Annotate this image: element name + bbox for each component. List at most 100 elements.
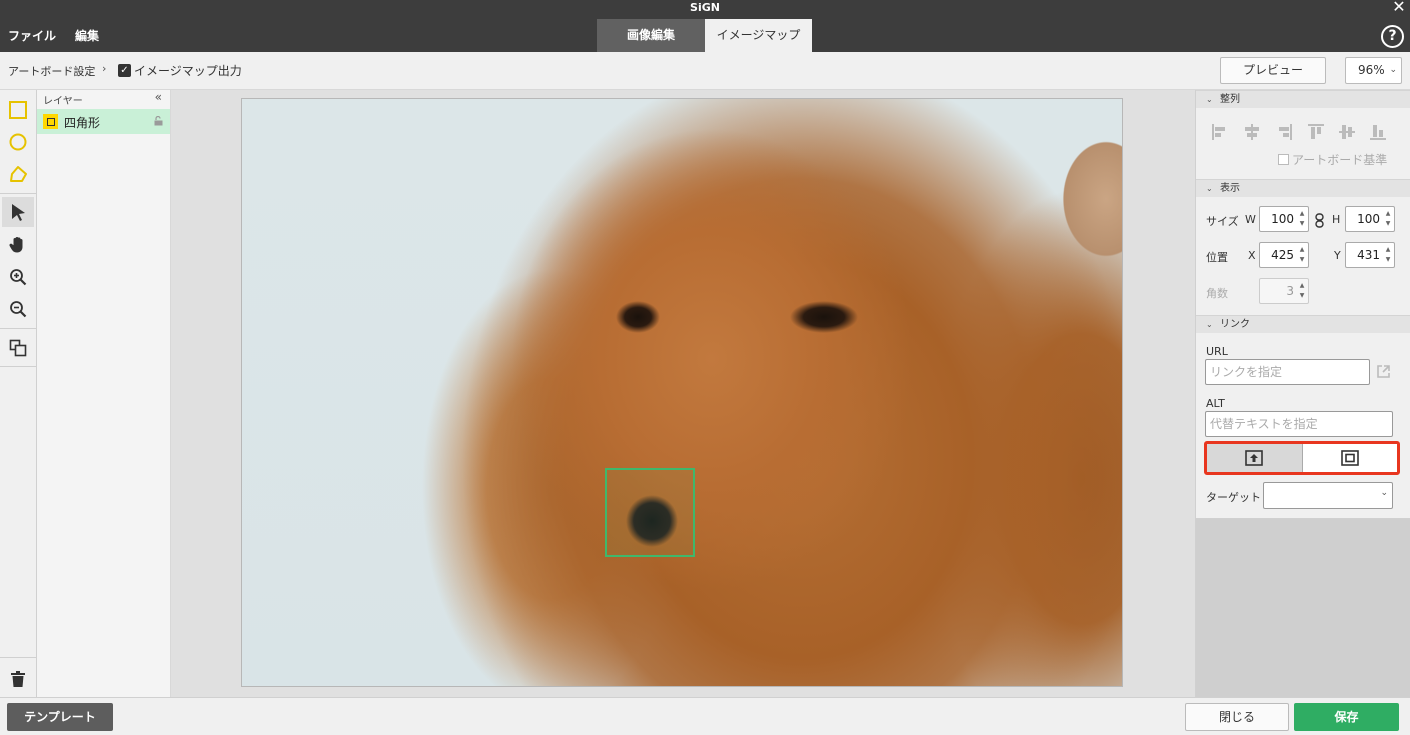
zoom-out-icon bbox=[10, 301, 27, 318]
url-label: URL bbox=[1206, 345, 1228, 358]
corners-value: 3 bbox=[1286, 284, 1294, 298]
inset-frame-button[interactable] bbox=[1303, 444, 1398, 472]
unlock-icon[interactable] bbox=[154, 116, 163, 126]
rectangle-tool[interactable] bbox=[2, 95, 34, 125]
align-center-h-icon[interactable] bbox=[1242, 122, 1262, 142]
polygon-tool-icon bbox=[10, 166, 27, 182]
artboard-settings-link[interactable]: アートボード設定 bbox=[8, 63, 95, 79]
chevron-down-icon: ⌄ bbox=[1206, 320, 1213, 329]
chevron-down-icon: ⌄ bbox=[1389, 65, 1397, 75]
layers-panel: レイヤー « 四角形 bbox=[37, 90, 171, 697]
align-center-v-icon[interactable] bbox=[1337, 122, 1357, 142]
y-stepper[interactable]: 431 ▲ ▼ bbox=[1345, 242, 1395, 268]
x-label: X bbox=[1248, 249, 1256, 262]
corners-stepper[interactable]: 3 ▲ ▼ bbox=[1259, 278, 1309, 304]
stepper-arrows-icon[interactable]: ▲ ▼ bbox=[1298, 209, 1306, 229]
align-section-title: 整列 bbox=[1220, 94, 1240, 105]
hand-icon bbox=[9, 237, 23, 253]
save-button[interactable]: 保存 bbox=[1294, 703, 1399, 731]
zoom-in-tool[interactable] bbox=[2, 262, 34, 292]
link-section-header[interactable]: ⌄ リンク bbox=[1196, 315, 1410, 333]
properties-panel: ⌄ 整列 アートボード基準 ⌄ 表示 サイズ W 100 ▲ ▼ H 100 ▲ ▼ 位置 … bbox=[1195, 90, 1410, 697]
panel-empty-area bbox=[1196, 518, 1410, 697]
stepper-arrows-icon[interactable]: ▲ ▼ bbox=[1384, 209, 1392, 229]
zoom-select[interactable]: 96% ⌄ bbox=[1345, 57, 1402, 84]
artboard-basis-label: アートボード基準 bbox=[1292, 153, 1388, 167]
align-bottom-icon[interactable] bbox=[1368, 122, 1388, 142]
collapse-icon[interactable]: « bbox=[155, 90, 162, 104]
chevron-right-icon: › bbox=[102, 62, 107, 75]
rectangle-tool-icon bbox=[9, 101, 27, 119]
url-input[interactable]: リンクを指定 bbox=[1205, 359, 1370, 385]
align-section-header[interactable]: ⌄ 整列 bbox=[1196, 90, 1410, 108]
height-value: 100 bbox=[1357, 212, 1380, 226]
zoom-in-icon bbox=[10, 269, 27, 286]
link-section-title: リンク bbox=[1220, 319, 1250, 330]
tool-divider bbox=[0, 328, 36, 329]
select-tool[interactable] bbox=[2, 197, 34, 227]
size-label: サイズ bbox=[1206, 215, 1239, 228]
h-label: H bbox=[1332, 213, 1341, 226]
tool-divider bbox=[0, 366, 36, 367]
align-top-icon[interactable] bbox=[1306, 122, 1326, 142]
duplicate-tool[interactable] bbox=[2, 333, 34, 363]
select-arrow-icon bbox=[12, 204, 25, 221]
preview-button[interactable]: プレビュー bbox=[1220, 57, 1326, 84]
tab-imagemap[interactable]: イメージマップ bbox=[705, 19, 812, 52]
align-left-icon[interactable] bbox=[1210, 122, 1230, 142]
layer-name: 四角形 bbox=[64, 116, 101, 130]
template-button[interactable]: テンプレート bbox=[7, 703, 113, 731]
duplicate-icon bbox=[9, 339, 27, 357]
tool-divider bbox=[0, 657, 36, 658]
width-stepper[interactable]: 100 ▲ ▼ bbox=[1259, 206, 1309, 232]
align-right-icon[interactable] bbox=[1274, 122, 1294, 142]
ellipse-tool[interactable] bbox=[2, 127, 34, 157]
hand-tool[interactable] bbox=[2, 230, 34, 260]
bring-front-button[interactable] bbox=[1207, 444, 1303, 472]
menu-file[interactable]: ファイル bbox=[8, 27, 56, 44]
layers-title: レイヤー bbox=[43, 96, 83, 107]
y-value: 431 bbox=[1357, 248, 1380, 262]
alt-input[interactable]: 代替テキストを指定 bbox=[1205, 411, 1393, 437]
tab-image-edit[interactable]: 画像編集 bbox=[597, 19, 705, 52]
app-title: SiGN bbox=[690, 1, 720, 14]
layer-item[interactable]: 四角形 bbox=[37, 109, 170, 134]
close-button[interactable]: 閉じる bbox=[1185, 703, 1289, 731]
trash-icon bbox=[11, 671, 25, 687]
target-select[interactable]: ⌄ bbox=[1263, 482, 1393, 509]
menu-edit[interactable]: 編集 bbox=[75, 27, 99, 44]
zoom-value: 96% bbox=[1358, 63, 1385, 77]
display-section-header[interactable]: ⌄ 表示 bbox=[1196, 179, 1410, 197]
imagemap-output-checkbox[interactable]: ✓ bbox=[118, 64, 131, 77]
dog-photo[interactable] bbox=[241, 98, 1123, 687]
display-section-title: 表示 bbox=[1220, 183, 1240, 194]
w-label: W bbox=[1245, 213, 1256, 226]
canvas-area bbox=[171, 90, 1195, 697]
stepper-arrows-icon[interactable]: ▲ ▼ bbox=[1384, 245, 1392, 265]
ellipse-tool-icon bbox=[9, 133, 27, 151]
close-window-icon[interactable]: ✕ bbox=[1390, 0, 1408, 16]
position-label: 位置 bbox=[1206, 251, 1228, 264]
help-icon[interactable]: ? bbox=[1381, 25, 1404, 48]
delete-tool[interactable] bbox=[2, 664, 34, 694]
y-label: Y bbox=[1334, 249, 1341, 262]
polygon-tool[interactable] bbox=[2, 159, 34, 189]
zoom-out-tool[interactable] bbox=[2, 294, 34, 324]
artboard-basis-checkbox[interactable]: アートボード基準 bbox=[1278, 151, 1387, 168]
stepper-arrows-icon[interactable]: ▲ ▼ bbox=[1298, 245, 1306, 265]
external-link-icon[interactable] bbox=[1376, 364, 1391, 379]
stepper-arrows-icon[interactable]: ▲ ▼ bbox=[1298, 281, 1306, 301]
imagemap-output-label[interactable]: イメージマップ出力 bbox=[134, 62, 242, 79]
options-bar: アートボード設定 › ✓ イメージマップ出力 プレビュー 96% ⌄ bbox=[0, 52, 1410, 90]
alt-label: ALT bbox=[1206, 397, 1225, 410]
chain-link-icon[interactable] bbox=[1315, 213, 1324, 228]
title-bar: SiGN ✕ ファイル 編集 画像編集 イメージマップ ? bbox=[0, 0, 1410, 52]
x-value: 425 bbox=[1271, 248, 1294, 262]
upload-box-icon bbox=[1245, 450, 1264, 466]
rectangle-layer-icon bbox=[43, 114, 58, 129]
height-stepper[interactable]: 100 ▲ ▼ bbox=[1345, 206, 1395, 232]
rectangle-hotspot[interactable] bbox=[605, 468, 695, 557]
corners-label: 角数 bbox=[1206, 287, 1228, 300]
x-stepper[interactable]: 425 ▲ ▼ bbox=[1259, 242, 1309, 268]
target-label: ターゲット bbox=[1206, 491, 1261, 504]
